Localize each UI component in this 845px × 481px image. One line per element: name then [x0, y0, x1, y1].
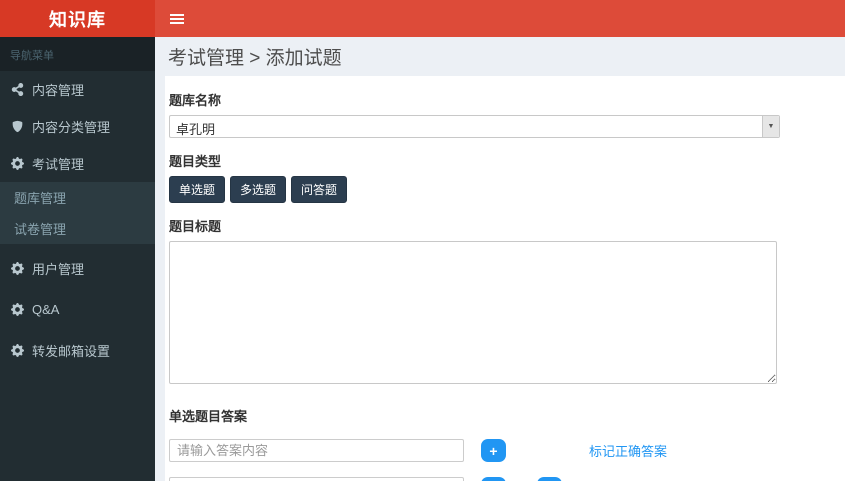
shield-icon: [10, 120, 24, 134]
sidebar-item-label: 用户管理: [32, 262, 85, 277]
question-title-textarea[interactable]: [169, 241, 777, 384]
answer-input[interactable]: [169, 477, 464, 481]
sidebar-item-label: 内容分类管理: [32, 120, 111, 135]
sidebar-subitem-label: 题库管理: [14, 191, 67, 206]
sidebar-item-label: 内容管理: [32, 83, 85, 98]
gear-icon: [10, 303, 24, 317]
add-answer-button[interactable]: +: [481, 477, 506, 481]
remove-answer-button[interactable]: −: [537, 477, 562, 481]
answer-row: + − 标记正确答案: [169, 477, 845, 481]
sidebar-subitem-exam-paper-management[interactable]: 试卷管理: [0, 213, 155, 244]
question-title-label: 题目标题: [169, 219, 222, 234]
single-choice-button[interactable]: 单选题: [169, 176, 226, 203]
content-wrapper: 考试管理 > 添加试题 题库名称 卓孔明 ▼ 题目类型 单选题 多选题 问答题 …: [155, 37, 845, 481]
chevron-down-icon: ▼: [762, 116, 779, 137]
share-nodes-icon: [10, 83, 24, 97]
content-header: 考试管理 > 添加试题: [155, 37, 845, 76]
sidebar-subitem-label: 试卷管理: [14, 222, 67, 237]
sidebar-item-label: 转发邮箱设置: [32, 344, 111, 359]
breadcrumb: 考试管理 > 添加试题: [168, 48, 342, 69]
sidebar-item-exam-management[interactable]: 考试管理: [0, 145, 155, 182]
add-answer-button[interactable]: +: [481, 439, 506, 462]
sidebar-item-forward-mailbox-settings[interactable]: 转发邮箱设置: [0, 332, 155, 369]
app-logo[interactable]: 知识库: [0, 0, 155, 37]
answers-section-label: 单选题目答案: [169, 409, 248, 424]
question-bank-select[interactable]: 卓孔明 ▼: [169, 115, 780, 138]
sidebar-item-content-category-management[interactable]: 内容分类管理: [0, 108, 155, 145]
qa-question-button[interactable]: 问答题: [291, 176, 348, 203]
top-navbar: [155, 0, 845, 37]
exam-management-submenu: 题库管理 试卷管理: [0, 182, 155, 244]
sidebar-section-label: 导航菜单: [0, 37, 155, 71]
sidebar-item-qa[interactable]: Q&A: [0, 293, 155, 326]
gear-icon: [10, 157, 24, 171]
answer-row: + − 标记正确答案: [169, 439, 845, 462]
question-type-buttons: 单选题 多选题 问答题: [169, 176, 845, 203]
add-question-form: 题库名称 卓孔明 ▼ 题目类型 单选题 多选题 问答题 题目标题 单选题目答案: [165, 76, 845, 481]
sidebar-item-user-management[interactable]: 用户管理: [0, 250, 155, 287]
question-type-label: 题目类型: [169, 154, 222, 169]
answer-input[interactable]: [169, 439, 464, 462]
gear-icon: [10, 344, 24, 358]
sidebar: 导航菜单 内容管理 内容分类管理 考试管理 题库管理 试卷管理 用户管理 Q&A…: [0, 37, 155, 481]
sidebar-toggle-button[interactable]: [155, 0, 199, 37]
sidebar-item-content-management[interactable]: 内容管理: [0, 71, 155, 108]
question-bank-selected-value: 卓孔明: [176, 122, 216, 137]
app-window: 知识库 导航菜单 内容管理 内容分类管理 考试管理 题库管理 试卷管理 用户管理…: [0, 0, 845, 481]
question-bank-label: 题库名称: [169, 93, 222, 108]
gear-icon: [10, 262, 24, 276]
sidebar-item-label: Q&A: [32, 302, 60, 317]
question-title-group: 题目标题: [169, 216, 845, 389]
question-bank-group: 题库名称 卓孔明 ▼: [169, 90, 845, 138]
mark-correct-answer-link[interactable]: 标记正确答案: [589, 441, 667, 460]
multiple-choice-button[interactable]: 多选题: [230, 176, 287, 203]
hamburger-icon: [170, 13, 184, 24]
question-type-group: 题目类型 单选题 多选题 问答题: [169, 151, 845, 203]
sidebar-subitem-question-bank-management[interactable]: 题库管理: [0, 182, 155, 213]
main-header: 知识库: [0, 0, 845, 37]
sidebar-item-label: 考试管理: [32, 157, 85, 172]
